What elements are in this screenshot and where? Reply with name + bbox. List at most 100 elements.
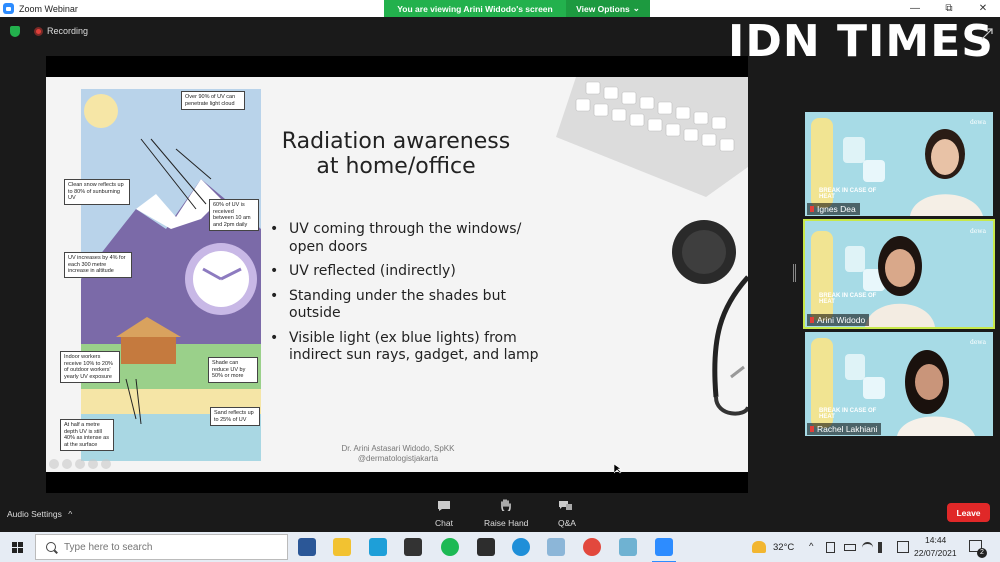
expand-icon[interactable] — [981, 28, 993, 40]
meet-now-icon[interactable] — [826, 542, 835, 553]
slide-title-line1: Radiation awareness — [281, 129, 511, 154]
notification-count-badge: 2 — [977, 548, 987, 558]
taskbar-search[interactable] — [35, 534, 288, 560]
callout-altitude: UV increases by 4% for each 300 metre in… — [64, 252, 132, 278]
photos-app-icon[interactable] — [619, 538, 637, 556]
brand-text: dewa — [970, 228, 987, 235]
bullet-item: Visible light (ex blue lights) from indi… — [270, 330, 540, 365]
clock-date[interactable]: 22/07/2021 — [914, 548, 957, 558]
notes-app-icon[interactable] — [477, 538, 495, 556]
prev-slide-icon[interactable] — [49, 459, 59, 469]
slide-title: Radiation awareness at home/office — [274, 129, 518, 179]
chat-button[interactable]: Chat — [430, 498, 458, 530]
slides-grid-icon[interactable] — [75, 459, 85, 469]
callout-water: At half a metre depth UV is still 40% as… — [60, 419, 114, 451]
next-slide-icon[interactable] — [101, 459, 111, 469]
weather-icon[interactable] — [752, 541, 766, 553]
wifi-icon[interactable] — [862, 542, 873, 553]
minimize-icon: — — [910, 3, 920, 14]
participant-bg-text: BREAK IN CASE OF HEAT — [819, 408, 877, 420]
callout-snow: Clean snow reflects up to 80% of sunburn… — [64, 179, 130, 205]
callout-cloud: Over 90% of UV can penetrate light cloud — [181, 91, 245, 110]
spotify-app-icon[interactable] — [441, 538, 459, 556]
windows-taskbar: 32°C ^ 14:44 22/07/2021 2 — [0, 532, 1000, 562]
search-icon — [46, 542, 56, 552]
store-app-icon[interactable] — [404, 538, 422, 556]
bullet-item: UV reflected (indirectly) — [270, 263, 540, 281]
brand-text: dewa — [970, 339, 987, 346]
chevron-up-icon: ^ — [68, 509, 73, 519]
view-options-button[interactable]: View Options ⌄ — [566, 0, 650, 17]
participant-video-tile-active-speaker[interactable]: dewa BREAK IN CASE OF HEAT Arini Widodo — [803, 219, 995, 329]
show-hidden-icons-icon[interactable]: ^ — [809, 541, 813, 552]
security-shield-icon[interactable] — [10, 26, 20, 37]
callout-sand: Sand reflects up to 25% of UV — [210, 407, 260, 426]
zoom-webinar-window: Zoom Webinar You are viewing Arini Widod… — [0, 0, 1000, 562]
qa-label: Q&A — [558, 518, 576, 528]
launcher-app-icon[interactable] — [369, 538, 387, 556]
participant-name: Ignes Dea — [807, 203, 860, 215]
mouse-cursor-icon — [614, 464, 622, 474]
volume-icon[interactable] — [878, 542, 889, 553]
close-icon: ✕ — [978, 3, 988, 14]
participant-name: Rachel Lakhiani — [807, 423, 882, 435]
bullet-item: Standing under the shades but outside — [270, 288, 540, 323]
file-explorer-icon[interactable] — [333, 538, 351, 556]
recording-icon — [34, 27, 43, 36]
weather-temperature[interactable]: 32°C — [773, 542, 794, 553]
participant-video: dewa — [805, 112, 993, 216]
participant-bg-text: BREAK IN CASE OF HEAT — [819, 188, 877, 200]
view-options-label: View Options — [576, 3, 630, 14]
brand-text: dewa — [970, 119, 987, 126]
raise-hand-button[interactable]: Raise Hand — [482, 498, 530, 530]
qa-icon — [559, 501, 572, 510]
credit-handle: @dermatologistjakarta — [357, 454, 439, 463]
participant-video-tile[interactable]: dewa BREAK IN CASE OF HEAT Ignes Dea — [805, 112, 993, 216]
participant-name: Arini Widodo — [807, 314, 870, 326]
taskbar-search-input[interactable] — [64, 541, 264, 553]
windows-start-button[interactable] — [12, 542, 23, 553]
battery-icon[interactable] — [844, 544, 856, 551]
clock-time[interactable]: 14:44 — [925, 535, 946, 545]
screen-share-banner: You are viewing Arini Widodo's screen — [384, 0, 566, 17]
callout-indoor: Indoor workers receive 10% to 20% of out… — [60, 351, 120, 383]
participant-video-tile[interactable]: dewa BREAK IN CASE OF HEAT Rachel Lakhia… — [805, 332, 993, 436]
chrome-browser-icon[interactable] — [583, 538, 601, 556]
chat-label: Chat — [435, 518, 453, 528]
slide-title-line2: at home/office — [316, 154, 476, 179]
chat-icon — [438, 501, 450, 511]
zoom-taskbar-icon[interactable] — [655, 538, 673, 556]
keyboard-stethoscope-photo — [556, 77, 748, 416]
close-button[interactable]: ✕ — [966, 0, 1000, 17]
slide-bullets: UV coming through the windows/ open door… — [270, 221, 540, 372]
slide-nav-controls[interactable] — [49, 459, 111, 469]
audio-settings-label: Audio Settings — [7, 509, 62, 519]
idn-times-logo: IDN TIMES — [728, 16, 994, 67]
participant-video: dewa — [805, 332, 993, 436]
restore-button[interactable]: ⧉ — [932, 0, 966, 17]
word-app-icon[interactable] — [298, 538, 316, 556]
shared-slide: Over 90% of UV can penetrate light cloud… — [46, 77, 748, 472]
callout-shade: Shade can reduce UV by 50% or more — [208, 357, 258, 383]
paint-app-icon[interactable] — [547, 538, 565, 556]
edge-browser-icon[interactable] — [512, 538, 530, 556]
chevron-down-icon: ⌄ — [632, 3, 640, 13]
audio-settings-button[interactable]: Audio Settings ^ — [7, 509, 72, 519]
restore-icon: ⧉ — [945, 3, 953, 14]
pen-tool-icon[interactable] — [62, 459, 72, 469]
qa-button[interactable]: Q&A — [553, 498, 581, 530]
callout-time: 60% of UV is received between 10 am and … — [209, 199, 259, 231]
zoom-slide-icon[interactable] — [88, 459, 98, 469]
language-input-icon[interactable] — [897, 541, 909, 553]
minimize-button[interactable]: — — [898, 0, 932, 17]
leave-button[interactable]: Leave — [947, 503, 990, 522]
bullet-item: UV coming through the windows/ open door… — [270, 221, 540, 256]
raise-hand-label: Raise Hand — [484, 518, 529, 528]
panel-resize-handle[interactable] — [793, 264, 796, 282]
participant-bg-text: BREAK IN CASE OF HEAT — [819, 293, 877, 305]
recording-label: Recording — [47, 26, 89, 36]
zoom-app-icon — [3, 3, 14, 14]
window-title: Zoom Webinar — [19, 3, 78, 14]
credit-author: Dr. Arini Astasari Widodo, SpKK — [341, 444, 455, 453]
participant-video: dewa — [805, 221, 993, 327]
